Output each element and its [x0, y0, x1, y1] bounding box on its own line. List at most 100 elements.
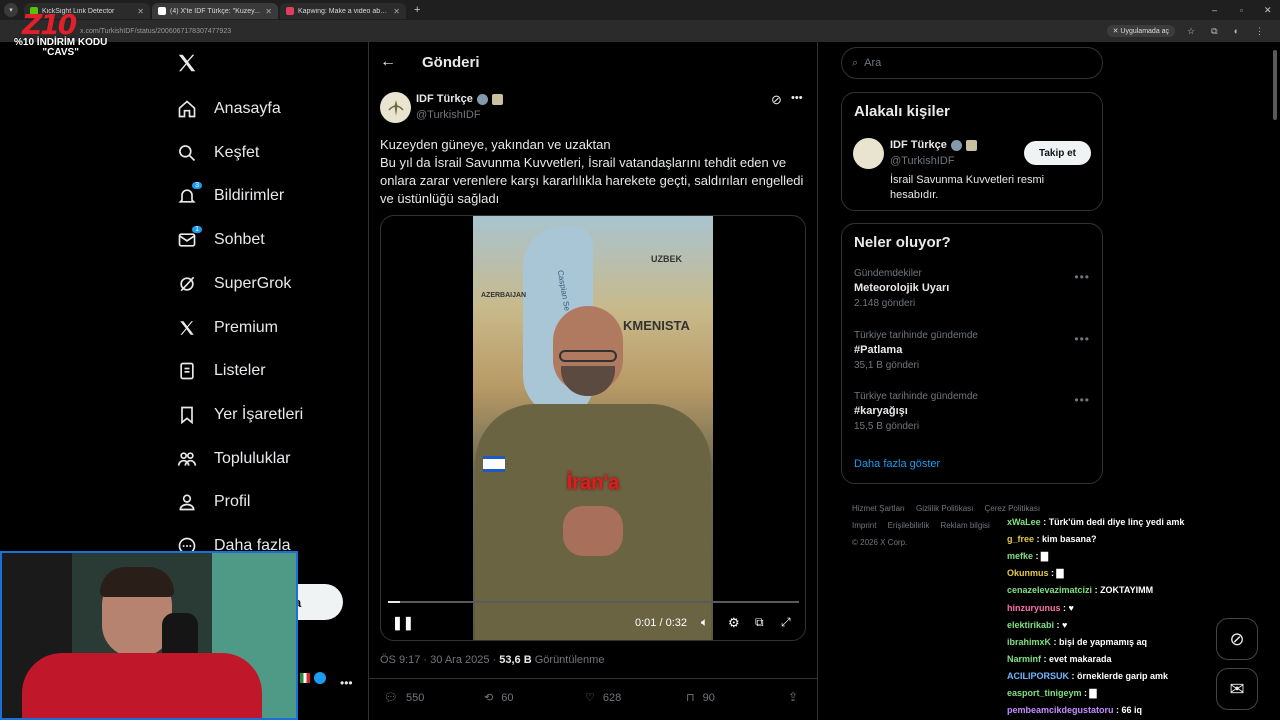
person-icon — [176, 491, 198, 513]
affiliate-badge-icon — [965, 139, 977, 151]
browser-tab[interactable]: (4) X'te IDF Türkçe: "Kuzey... ✕ — [152, 3, 278, 19]
tab-close-icon[interactable]: ✕ — [137, 7, 144, 16]
pause-icon[interactable]: ❚❚ — [392, 615, 414, 631]
back-arrow-icon[interactable]: ← — [380, 53, 396, 71]
bookmark-icon: ⊓ — [686, 692, 695, 704]
tab-close-icon[interactable]: ✕ — [393, 7, 400, 16]
close-window-icon[interactable]: ✕ — [1264, 5, 1272, 16]
bell-icon: 3 — [176, 182, 202, 207]
trend-more-icon[interactable]: ••• — [1074, 332, 1090, 346]
bookmark-star-icon[interactable]: ☆ — [1187, 26, 1195, 37]
author-handle[interactable]: @TurkishIDF — [416, 109, 481, 121]
browser-tab[interactable]: Kapwing: Make a video about ... ✕ — [280, 3, 406, 19]
chat-username[interactable]: g_free — [1007, 534, 1034, 544]
share-icon[interactable]: ⇪ — [788, 690, 798, 704]
footer-link[interactable]: Reklam bilgisi — [940, 521, 989, 530]
nav-item[interactable]: Anasayfa — [176, 95, 281, 123]
video-progress-track[interactable] — [388, 601, 799, 603]
related-name[interactable]: IDF Türkçe — [890, 139, 947, 151]
avatar[interactable] — [380, 92, 411, 123]
post-text-body: Bu yıl da İsrail Savunma Kuvvetleri, İsr… — [380, 155, 804, 206]
footer-link[interactable]: Imprint — [852, 521, 876, 530]
chat-username[interactable]: cenazelevazimatcizi — [1007, 585, 1092, 595]
tab-search-icon[interactable]: ▾ — [4, 3, 18, 17]
post-timestamp[interactable]: ÖS 9:17 · 30 Ara 2025 · — [380, 654, 499, 666]
footer-link[interactable]: Gizlilik Politikası — [916, 504, 973, 513]
nav-item[interactable]: SuperGrok — [176, 270, 291, 298]
streamer-jacket — [22, 653, 262, 718]
chat-username[interactable]: xWaLee — [1007, 517, 1041, 527]
bookmark-button[interactable]: ⊓ 90 — [686, 691, 715, 705]
chat-username[interactable]: elektirikabi — [1007, 620, 1054, 630]
pip-icon[interactable]: ⧉ — [755, 615, 764, 630]
extensions-icon[interactable]: ⧉ — [1211, 26, 1217, 37]
page-scrollbar[interactable] — [1273, 50, 1277, 120]
trend-count: 2.148 gönderi — [854, 298, 916, 309]
settings-gear-icon[interactable]: ⚙ — [728, 615, 740, 631]
chat-username[interactable]: easport_tinigeym — [1007, 688, 1082, 698]
trend-item[interactable]: Türkiye tarihinde gündemde #Patlama 35,1 B… — [854, 330, 978, 371]
reply-button[interactable]: 💬︎ 550 — [384, 691, 424, 705]
minimize-icon[interactable]: – — [1212, 5, 1217, 15]
chat-text: Türk'üm dedi diye linç yedi amk — [1048, 517, 1185, 527]
new-tab-icon[interactable]: + — [414, 4, 420, 16]
tab-favicon-icon — [286, 7, 294, 15]
trend-item[interactable]: Gündemdekiler Meteorolojik Uyarı 2.148 gön… — [854, 268, 949, 309]
grok-float-button[interactable]: ⊘ — [1216, 618, 1258, 660]
chat-message: ibrahimxK : bişi de yapmamış aq — [1007, 636, 1148, 647]
chat-username[interactable]: mefke — [1007, 551, 1033, 561]
nav-item-label: Premium — [214, 318, 279, 336]
nav-item[interactable]: Topluluklar — [176, 445, 290, 473]
tab-close-icon[interactable]: ✕ — [265, 7, 272, 16]
chat-text: ▇ — [1089, 688, 1097, 698]
volume-icon[interactable]: 🔈︎ — [701, 615, 708, 630]
related-avatar[interactable] — [853, 138, 884, 169]
flag-icon — [300, 673, 310, 683]
footer-link[interactable]: Çerez Politikası — [985, 504, 1041, 513]
trend-item[interactable]: Türkiye tarihinde gündemde #karyağışı 15,5… — [854, 391, 978, 432]
nav-item[interactable]: 1 Sohbet — [176, 226, 265, 254]
nav-item[interactable]: Yer İşaretleri — [176, 401, 303, 429]
account-more-icon[interactable]: ••• — [340, 676, 353, 690]
nav-item[interactable]: Profil — [176, 488, 250, 516]
related-handle[interactable]: @TurkishIDF — [890, 155, 955, 167]
trend-more-icon[interactable]: ••• — [1074, 270, 1090, 284]
nav-item[interactable]: Premium — [176, 314, 278, 342]
grok-icon[interactable]: ⊘ — [771, 92, 782, 108]
maximize-icon[interactable]: ▫ — [1240, 6, 1243, 15]
like-button[interactable]: ♡ 628 — [585, 691, 621, 705]
nav-item[interactable]: Listeler — [176, 357, 266, 385]
more-options-icon[interactable]: ••• — [791, 92, 803, 104]
chat-username[interactable]: ACILIPORSUK — [1007, 671, 1069, 681]
profile-icon[interactable]: ◐ — [1234, 26, 1239, 36]
author-name[interactable]: IDF Türkçe — [416, 93, 473, 105]
chat-text: ♥ — [1062, 619, 1068, 630]
search-input[interactable]: Ara — [864, 57, 881, 69]
grok-icon — [176, 273, 198, 295]
menu-icon[interactable]: ⋮ — [1255, 26, 1264, 37]
footer-link[interactable]: Hizmet Şartları — [852, 504, 905, 513]
chat-username[interactable]: ibrahimxK — [1007, 637, 1051, 647]
fullscreen-icon[interactable]: ⤢ — [781, 615, 791, 630]
repost-button[interactable]: ⟲ 60 — [484, 691, 513, 705]
follow-button[interactable]: Takip et — [1024, 141, 1091, 165]
url-field[interactable]: x.com/TurkishIDF/status/2006067178307477… — [80, 28, 1107, 35]
chat-username[interactable]: pembeamcikdegustatoru — [1007, 705, 1114, 715]
chat-username[interactable]: Okunmus — [1007, 568, 1049, 578]
trend-context: Türkiye tarihinde gündemde — [854, 329, 978, 341]
chat-username[interactable]: Narminf — [1007, 654, 1041, 664]
search-box[interactable]: ⌕ Ara — [841, 47, 1103, 79]
chat-username[interactable]: hinzuryunus — [1007, 603, 1061, 613]
chat-message: xWaLee : Türk'üm dedi diye linç yedi amk — [1007, 517, 1185, 527]
messages-float-button[interactable]: ✉ — [1216, 668, 1258, 710]
show-more-link[interactable]: Daha fazla göster — [854, 458, 940, 470]
mail-icon: ✉ — [1229, 678, 1245, 699]
x-logo-icon[interactable] — [176, 52, 198, 79]
footer-link[interactable]: Erişilebilirlik — [888, 521, 930, 530]
video-player[interactable]: UZBEK AZERBAIJAN KMENISTA Caspian Se İra… — [380, 215, 806, 641]
nav-item[interactable]: 3 Bildirimler — [176, 182, 284, 210]
nav-item[interactable]: Keşfet — [176, 139, 259, 167]
open-in-app-button[interactable]: ✕ Uygulamada aç — [1106, 25, 1176, 37]
trend-more-icon[interactable]: ••• — [1074, 393, 1090, 407]
related-bio: İsrail Savunma Kuvvetleri resmi hesabıdı… — [890, 174, 1045, 201]
